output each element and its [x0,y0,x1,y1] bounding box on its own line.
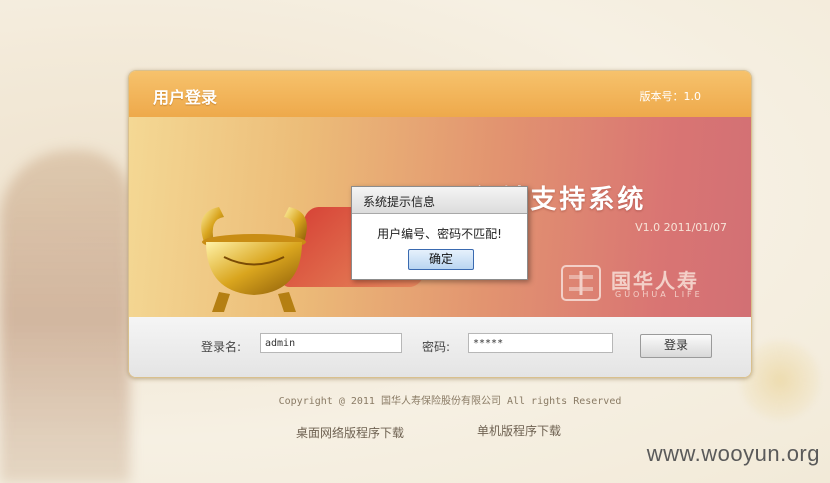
username-input[interactable]: admin [260,333,402,353]
login-header: 用户登录 版本号：1.0 [129,71,751,117]
password-label: 密码: [422,340,451,354]
background-flower [740,340,820,420]
system-version: V1.0 2011/01/07 [635,221,727,234]
copyright-line: Copyright @ 2011 国华人寿保险股份有限公司 All rights… [278,396,622,407]
dialog-title: 系统提示信息 [363,195,436,209]
watermark-text: www.wooyun.org [646,441,820,466]
version-label: 版本号：1.0 [639,90,702,103]
standalone-download-link[interactable]: 单机版程序下载 [477,422,561,439]
system-alert-dialog: 系统提示信息 用户编号、密码不匹配! 确定 [351,186,528,280]
username-label: 登录名: [201,340,242,354]
copyright-text: Copyright @ 2011 国华人寿保险股份有限公司 All rights… [0,392,830,407]
dialog-message: 用户编号、密码不匹配! [377,227,502,241]
desktop-download-link[interactable]: 桌面网络版程序下载 [296,424,404,441]
tripod-icon [201,207,307,312]
company-logo-english: GUOHUA LIFE [615,290,703,299]
guohua-logo-icon [561,265,601,301]
login-title: 用户登录 [153,88,218,107]
password-input[interactable]: ***** [468,333,613,353]
background-photo-figure [0,150,130,483]
ok-button[interactable]: 确定 [408,249,474,270]
login-form: 登录名: admin 密码: ***** 登录 [129,317,751,377]
dialog-titlebar: 系统提示信息 [352,187,527,214]
login-button[interactable]: 登录 [640,334,712,358]
